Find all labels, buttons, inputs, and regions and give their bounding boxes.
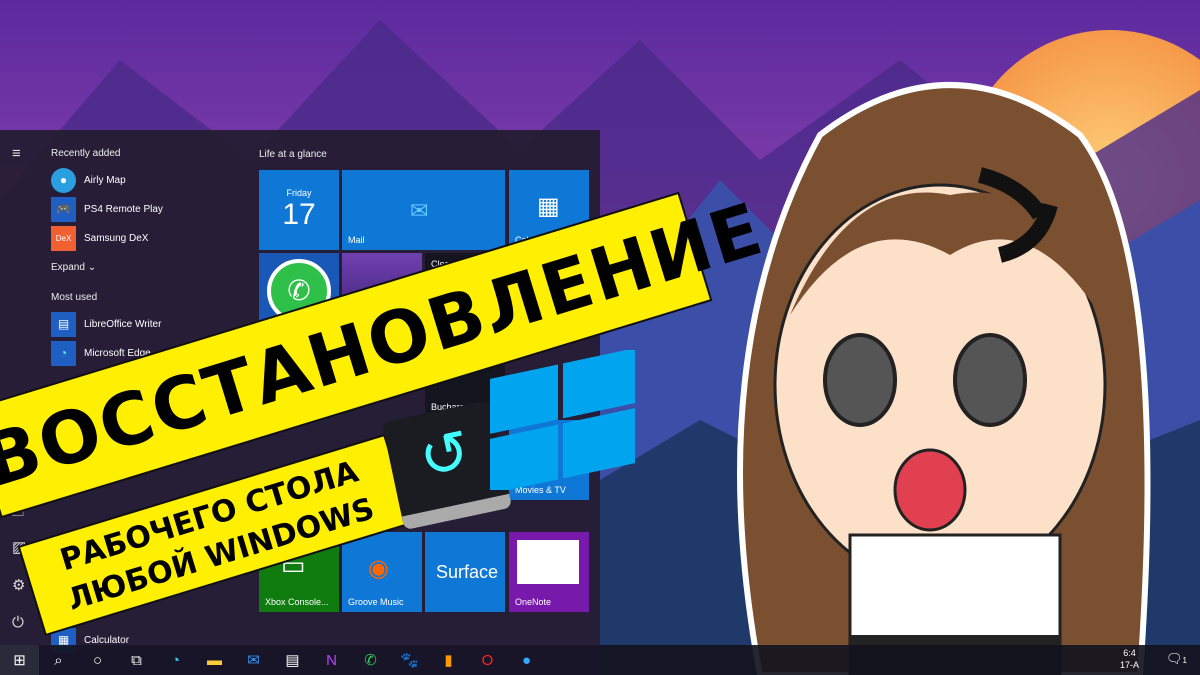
settings-gear-icon[interactable]: ⚙	[12, 576, 25, 594]
tiles-group-heading: Life at a glance	[259, 149, 327, 160]
thunderbird-icon[interactable]: ✉	[234, 645, 273, 675]
calendar-date: 17	[282, 198, 316, 231]
onenote-preview-image	[517, 540, 579, 584]
onenote-taskbar-icon[interactable]: N	[312, 645, 351, 675]
tile-surface[interactable]: Surface	[425, 532, 505, 612]
mail-icon: ✉	[410, 198, 429, 223]
notification-center-icon[interactable]: 🗨1	[1166, 651, 1187, 667]
tile-onenote[interactable]: OneNote	[509, 532, 589, 612]
clock-time: 6:4	[1123, 648, 1136, 658]
anime-girl-illustration	[737, 82, 1151, 675]
groove-music-icon: ◉	[368, 555, 389, 582]
most-used-heading: Most used	[51, 292, 98, 303]
calendar-day: Friday	[286, 188, 312, 198]
chevron-down-icon: ⌄	[87, 262, 97, 273]
clock-date: 17-A	[1120, 660, 1140, 670]
writer-taskbar-icon[interactable]: ▤	[273, 645, 312, 675]
surface-wordmark: Surface	[436, 562, 499, 582]
search-icon[interactable]: ⌕	[39, 645, 78, 675]
writer-icon: ▤	[51, 311, 76, 337]
recently-added-heading: Recently added	[51, 148, 121, 159]
ps4-remote-icon: 🎮	[51, 196, 76, 222]
app-samsung-dex[interactable]: DeX Samsung DeX	[51, 225, 148, 251]
power-icon[interactable]: ⏻	[12, 614, 24, 631]
whatsapp-taskbar-icon[interactable]: ✆	[351, 645, 390, 675]
edge-icon: ◔	[51, 340, 76, 366]
app-ps4-remote-play[interactable]: 🎮 PS4 Remote Play	[51, 196, 163, 222]
task-view-icon[interactable]: ⧉	[117, 645, 156, 675]
tile-calendar[interactable]: Friday 17	[259, 170, 339, 250]
tile-mail[interactable]: ✉ Mail	[342, 170, 505, 250]
start-button[interactable]: ⊞	[0, 645, 39, 675]
airly-map-icon: ●	[51, 167, 76, 193]
taskbar: ⊞ ⌕ ○ ⧉ ◔ ▬ ✉ ▤ N ✆ 🐾 ▮ O ● 6:4 17-A 🗨1	[0, 645, 1200, 675]
dex-icon: DeX	[51, 225, 76, 251]
app-airly-map[interactable]: ● Airly Map	[51, 167, 126, 193]
audio-app-icon[interactable]: ▮	[429, 645, 468, 675]
file-explorer-icon[interactable]: ▬	[195, 645, 234, 675]
airly-taskbar-icon[interactable]: ●	[507, 645, 546, 675]
edge-taskbar-icon[interactable]: ◔	[156, 645, 195, 675]
opera-icon[interactable]: O	[468, 645, 507, 675]
gimp-icon[interactable]: 🐾	[390, 645, 429, 675]
windows-logo	[490, 350, 635, 490]
calculator-icon: ▦	[537, 193, 560, 220]
hamburger-menu-icon[interactable]: ≡	[12, 145, 21, 162]
app-libreoffice-writer[interactable]: ▤ LibreOffice Writer	[51, 311, 161, 337]
notification-count-badge: 1	[1182, 656, 1187, 665]
clock[interactable]: 6:4 17-A	[1120, 647, 1139, 671]
expand-button[interactable]: Expand ⌄	[51, 262, 96, 273]
cortana-icon[interactable]: ○	[78, 645, 117, 675]
tile-groove-music[interactable]: ◉ Groove Music	[342, 532, 422, 612]
